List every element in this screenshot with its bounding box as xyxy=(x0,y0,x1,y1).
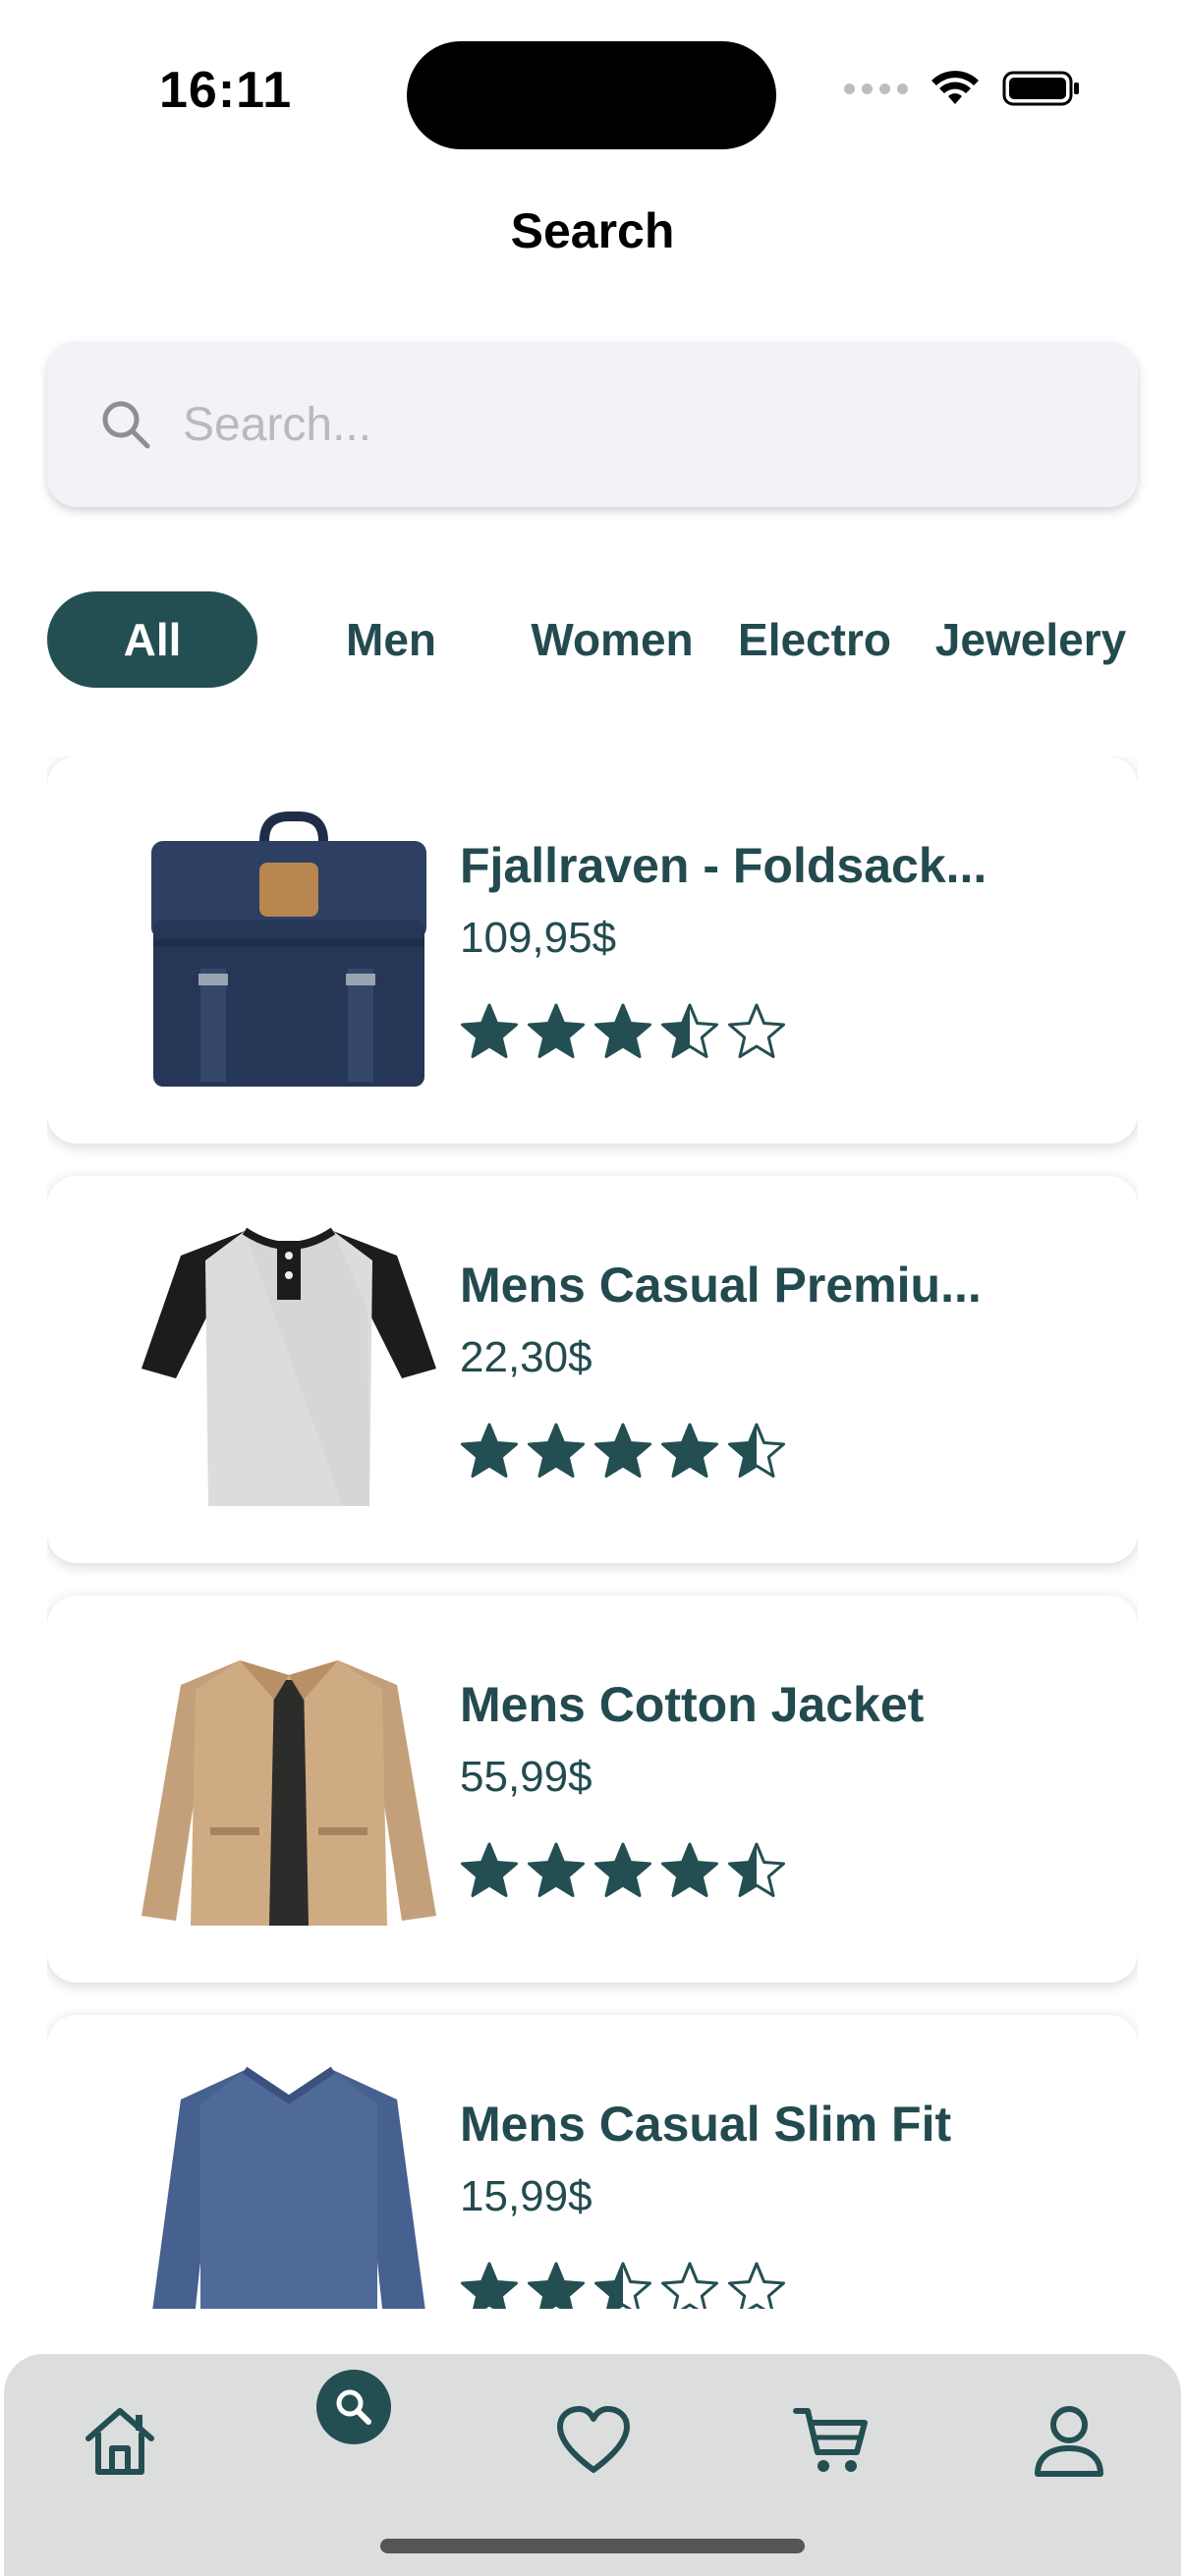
search-icon xyxy=(102,401,150,449)
product-card[interactable]: Fjallraven - Foldsack... 109,95$ xyxy=(47,756,1138,1144)
product-image-longsleeve-shirt xyxy=(152,2066,425,2309)
product-rating xyxy=(460,1422,786,1481)
star-empty-icon xyxy=(728,1003,785,1058)
category-chip-men[interactable]: Men xyxy=(303,591,480,688)
tab-profile[interactable] xyxy=(1022,2393,1116,2488)
category-chip-women[interactable]: Women xyxy=(501,591,723,688)
product-rating xyxy=(460,2261,786,2309)
product-card[interactable]: Mens Cotton Jacket 55,99$ xyxy=(47,1596,1138,1983)
dynamic-island xyxy=(407,41,776,149)
product-title: Mens Casual Premiu... xyxy=(460,1258,982,1313)
product-title: Mens Cotton Jacket xyxy=(460,1677,925,1732)
category-filter: All Men Women Electro Jewelery xyxy=(47,591,1148,688)
star-half-icon xyxy=(728,1842,785,1897)
star-empty-icon xyxy=(661,2262,718,2309)
star-empty-icon xyxy=(728,2262,785,2309)
wifi-icon xyxy=(931,71,979,104)
page-title: Search xyxy=(510,203,675,258)
star-filled-icon xyxy=(528,1423,585,1478)
category-chip-all[interactable]: All xyxy=(47,591,257,688)
tab-favorites[interactable] xyxy=(546,2393,641,2488)
star-half-icon xyxy=(661,1003,718,1058)
star-filled-icon xyxy=(594,1423,651,1478)
star-half-icon xyxy=(594,2262,651,2309)
home-indicator[interactable] xyxy=(380,2539,805,2553)
profile-icon xyxy=(1035,2406,1103,2477)
screen: 16:11 Search All Men Women Electro Jewel xyxy=(0,0,1185,2576)
product-title: Fjallraven - Foldsack... xyxy=(460,838,988,893)
star-filled-icon xyxy=(528,1003,585,1058)
star-filled-icon xyxy=(661,1842,718,1897)
product-card[interactable]: Mens Casual Slim Fit 15,99$ xyxy=(47,2015,1138,2309)
star-filled-icon xyxy=(461,1423,518,1478)
star-filled-icon xyxy=(594,1842,651,1897)
product-card[interactable]: Mens Casual Premiu... 22,30$ xyxy=(47,1176,1138,1563)
product-image-backpack xyxy=(151,812,426,1087)
product-rating xyxy=(460,1841,786,1900)
tab-search[interactable] xyxy=(316,2370,391,2444)
star-filled-icon xyxy=(594,1003,651,1058)
product-title: Mens Casual Slim Fit xyxy=(460,2097,952,2152)
home-icon xyxy=(85,2408,154,2475)
cellular-signal-icon xyxy=(844,83,908,94)
star-half-icon xyxy=(728,1423,785,1478)
category-chip-electro[interactable]: Electro xyxy=(729,591,900,688)
search-input[interactable] xyxy=(183,397,1067,452)
tab-cart[interactable] xyxy=(784,2393,878,2488)
heart-icon xyxy=(557,2406,630,2473)
cart-icon xyxy=(793,2408,868,2472)
status-time: 16:11 xyxy=(159,62,293,119)
search-bar[interactable] xyxy=(47,342,1138,507)
status-icons xyxy=(844,69,1081,108)
product-price: 55,99$ xyxy=(460,1753,592,1801)
tab-home[interactable] xyxy=(73,2393,167,2488)
product-list[interactable]: Fjallraven - Foldsack... 109,95$ Mens Ca… xyxy=(47,756,1138,2309)
product-image-cotton-jacket xyxy=(141,1660,436,1926)
star-filled-icon xyxy=(461,1003,518,1058)
product-price: 109,95$ xyxy=(460,914,617,962)
product-rating xyxy=(460,1002,786,1061)
star-filled-icon xyxy=(528,1842,585,1897)
product-price: 22,30$ xyxy=(460,1333,592,1381)
product-image-raglan-tshirt xyxy=(141,1227,436,1506)
search-icon xyxy=(336,2389,371,2425)
star-filled-icon xyxy=(461,2262,518,2309)
product-price: 15,99$ xyxy=(460,2172,592,2220)
star-filled-icon xyxy=(461,1842,518,1897)
star-filled-icon xyxy=(528,2262,585,2309)
battery-icon xyxy=(1002,71,1079,106)
category-chip-jewelery[interactable]: Jewelery xyxy=(928,591,1134,688)
star-filled-icon xyxy=(661,1423,718,1478)
